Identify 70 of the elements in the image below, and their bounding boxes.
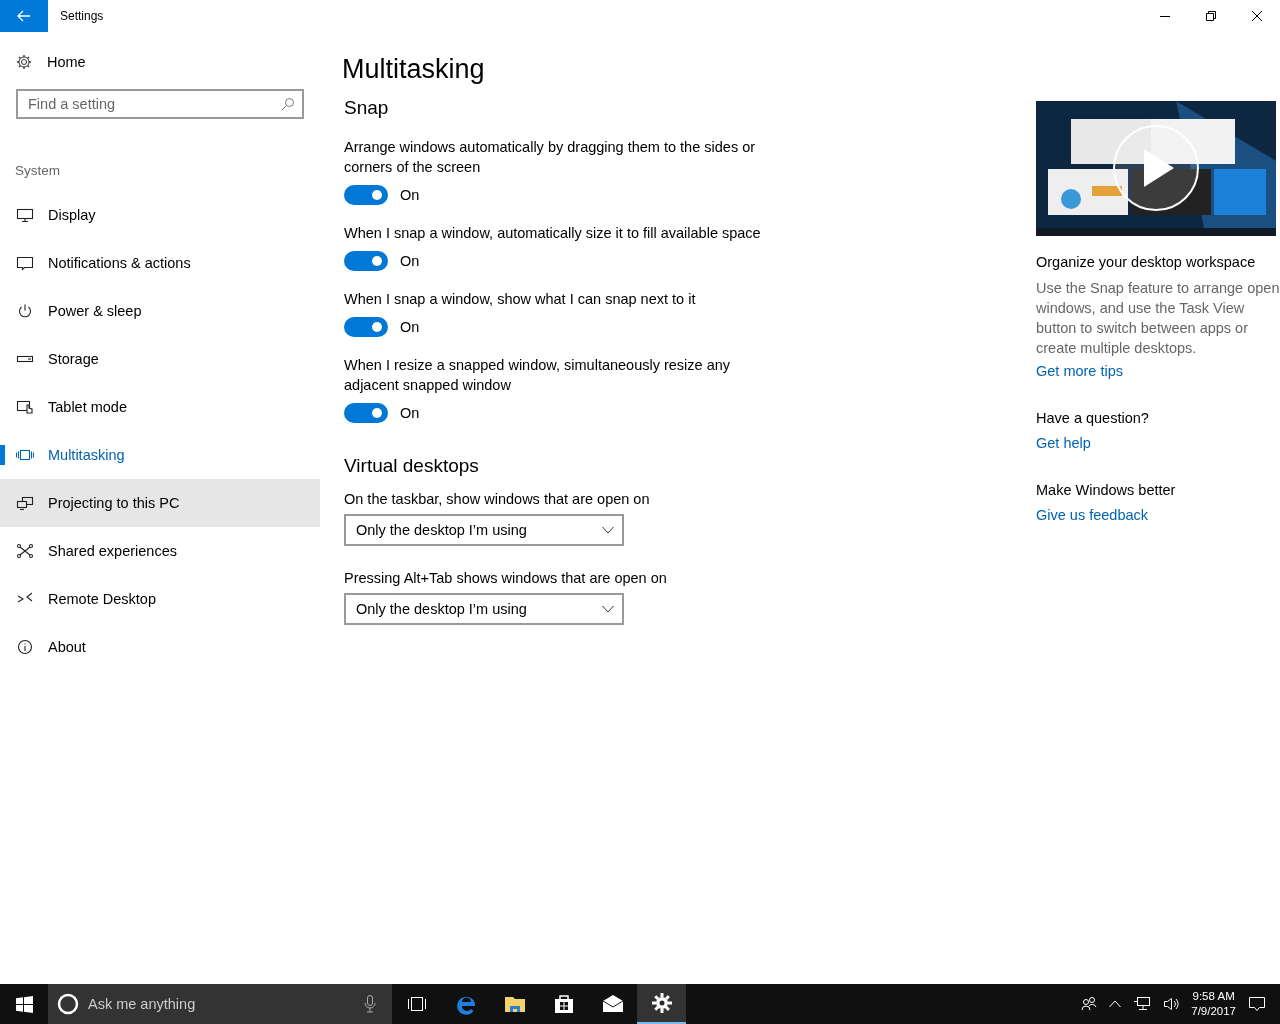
toggle-state: On: [400, 405, 420, 421]
home-nav-item[interactable]: Home: [0, 42, 320, 82]
search-field[interactable]: Find a setting: [16, 89, 304, 119]
notification-icon: [1248, 995, 1266, 1013]
help-link[interactable]: Get help: [1036, 435, 1091, 451]
nav-item[interactable]: Shared experiences: [0, 527, 320, 575]
setting-label: When I resize a snapped window, simultaneously resize any adjacent snapped window: [344, 356, 732, 395]
setting-label: When I snap a window, automatically size it to fill available space: [344, 224, 762, 243]
chevron-down-icon: [602, 605, 614, 613]
section-heading: System: [15, 163, 61, 180]
nav-item[interactable]: Power & sleep: [0, 287, 320, 335]
circle-icon: [57, 993, 79, 1015]
nav-item[interactable]: Projecting to this PC: [0, 479, 320, 527]
page-title: Multitasking: [342, 54, 486, 85]
tablet-icon: [16, 399, 34, 415]
toggle-switch[interactable]: [344, 185, 388, 205]
clock-time: 9:58 AM: [1192, 989, 1235, 1004]
monitor-icon: [16, 207, 34, 223]
nav-item[interactable]: Storage: [0, 335, 320, 383]
nav-item[interactable]: Multitasking: [0, 431, 320, 479]
nav-item[interactable]: Display: [0, 191, 320, 239]
network-icon: [1133, 996, 1152, 1012]
help-link[interactable]: Get more tips: [1036, 363, 1124, 379]
windows-stack-icon: [16, 447, 34, 463]
info-icon: [16, 639, 34, 655]
search-icon: [281, 97, 295, 111]
nav-item[interactable]: Notifications & actions: [0, 239, 320, 287]
people-icon: [1081, 996, 1098, 1012]
nav-item[interactable]: About: [0, 623, 320, 671]
dropdown-label: On the taskbar, show windows that are open on: [344, 491, 651, 507]
clock-date: 7/9/2017: [1191, 1004, 1236, 1019]
power-icon: [16, 303, 34, 319]
gear-icon: [649, 991, 674, 1015]
dropdown[interactable]: Only the desktop I’m using: [344, 593, 624, 625]
aside-heading: Organize your desktop workspace: [1036, 254, 1257, 270]
toggle-switch[interactable]: [344, 317, 388, 337]
toggle-state: On: [400, 319, 420, 335]
toggle-switch[interactable]: [344, 251, 388, 271]
help-link[interactable]: Give us feedback: [1036, 507, 1149, 523]
nav-item[interactable]: Remote Desktop: [0, 575, 320, 623]
back-button[interactable]: [0, 0, 48, 32]
restore-icon: [1206, 11, 1216, 21]
section-heading: Snap: [344, 97, 390, 119]
chevron-down-icon: [602, 526, 614, 534]
window-title: Settings: [60, 9, 105, 23]
dropdown-label: Pressing Alt+Tab shows windows that are open on: [344, 570, 668, 586]
toggle-switch[interactable]: [344, 403, 388, 423]
close-icon: [1252, 11, 1262, 21]
nav-item[interactable]: Tablet mode: [0, 383, 320, 431]
windows-logo-icon: [15, 995, 33, 1013]
microphone-icon: [364, 995, 376, 1013]
taskbar-app[interactable]: [637, 984, 686, 1024]
speech-bubble-icon: [16, 255, 34, 271]
aside-heading: Have a question?: [1036, 410, 1150, 426]
dropdown[interactable]: Only the desktop I’m using: [344, 514, 624, 546]
selection-indicator: [0, 445, 5, 465]
back-arrow-icon: [16, 8, 32, 24]
network-nodes-icon: [16, 543, 34, 559]
section-heading: Virtual desktops: [344, 455, 480, 477]
taskbar-search-field[interactable]: Ask me anything: [48, 984, 392, 1024]
gear-icon: [16, 54, 32, 70]
toggle-state: On: [400, 187, 420, 203]
toggle-state: On: [400, 253, 420, 269]
screens-icon: [16, 495, 34, 511]
setting-label: When I snap a window, show what I can snap next to it: [344, 290, 697, 309]
aside-heading: Make Windows better: [1036, 482, 1177, 498]
aside-description: Use the Snap feature to arrange open windows, and use the Task View button to switch between apps or create multiple desktops.: [1036, 279, 1280, 358]
chevron-up-icon: [1109, 1000, 1122, 1008]
speaker-icon: [1163, 996, 1180, 1012]
setting-label: Arrange windows automatically by dragging them to the sides or corners of the screen: [344, 138, 757, 177]
